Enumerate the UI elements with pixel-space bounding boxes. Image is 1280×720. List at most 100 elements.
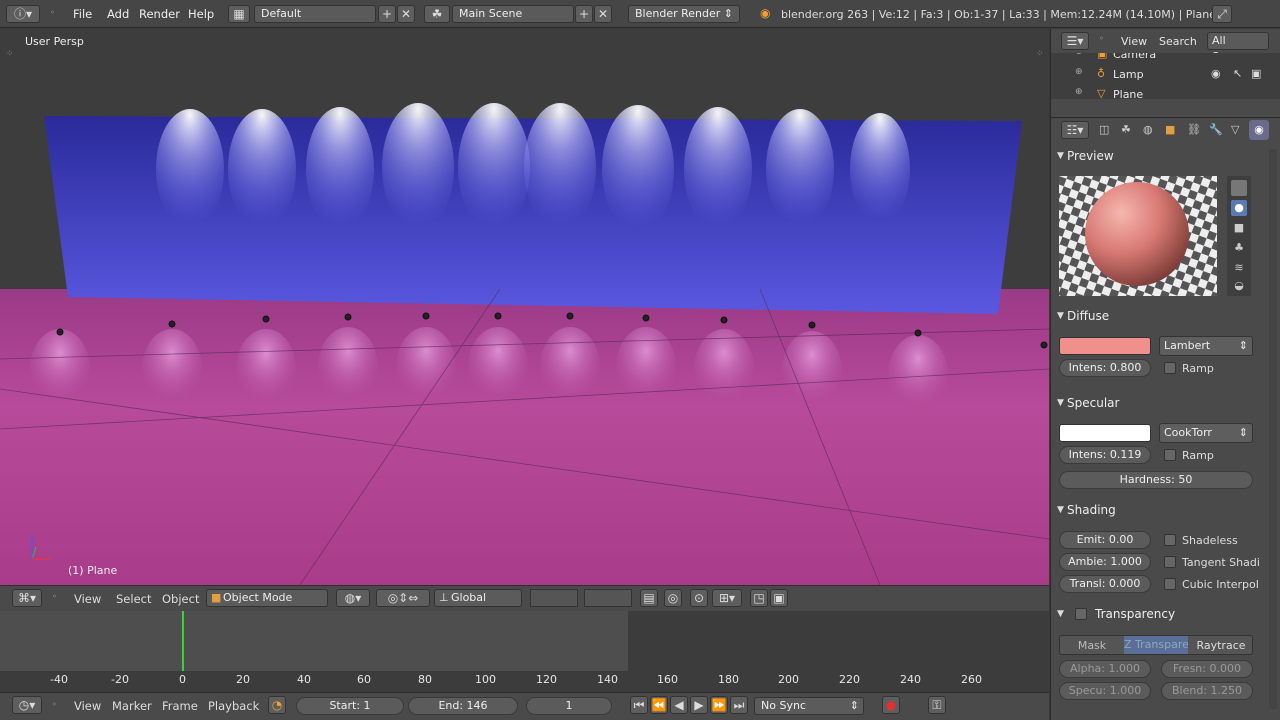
current-frame-field[interactable]: 1 [526,697,612,715]
preview-cube-icon[interactable]: ■ [1231,220,1247,236]
delete-scene-icon[interactable]: ✕ [594,5,612,23]
preview-sphere-icon[interactable]: ● [1231,200,1247,216]
pivot-manipulator-icons[interactable]: ◎⇕⇔ [376,589,430,607]
menu-view-3d[interactable]: View [74,592,101,606]
menu-select[interactable]: Select [116,592,151,606]
collapse-triangle-icon[interactable]: ▼ [1057,505,1064,515]
collapse-triangle-icon[interactable]: ▼ [1057,609,1064,619]
diffuse-shader-dropdown[interactable]: Lambert ⇕ [1159,336,1253,356]
preview-monkey-icon[interactable]: ♣ [1231,240,1247,256]
render-camera-icon[interactable]: ▣ [1251,67,1261,80]
constraints-tab-icon[interactable]: ⛓ [1187,123,1201,136]
transparency-mode-raytrace[interactable]: Raytrace [1188,639,1254,652]
render-tab-icon[interactable]: ◫ [1099,123,1109,136]
editor-type-outliner-button[interactable]: ☰▾ [1061,32,1089,50]
specular-ramp-checkbox[interactable] [1164,449,1176,461]
end-frame-field[interactable]: End: 146 [408,697,518,715]
menu-frame[interactable]: Frame [162,699,198,713]
corner-widget-right-icon[interactable]: ⁘ [1036,49,1044,59]
visibility-eye-icon[interactable]: ◉ [1211,67,1221,80]
outliner-menu-view[interactable]: View [1121,35,1147,48]
transparency-mode-ztransp[interactable]: Z Transparen [1124,636,1188,654]
material-tab-icon[interactable]: ◉ [1249,120,1269,140]
alpha-field[interactable]: Alpha: 1.000 [1059,660,1151,678]
viewport-shading-icon[interactable]: ◍▾ [336,589,370,607]
outliner-menu-search[interactable]: Search [1159,35,1197,48]
data-tab-icon[interactable]: ▽ [1231,123,1239,136]
emit-field[interactable]: Emit: 0.00 [1059,531,1151,549]
editor-type-timeline-button[interactable]: ◷▾ [12,696,42,714]
start-frame-field[interactable]: Start: 1 [296,697,404,715]
corner-widget-icon[interactable]: ⁘ [6,49,14,59]
layer-buttons-right[interactable] [584,589,632,607]
world-tab-icon[interactable]: ◍ [1143,123,1153,136]
play-reverse-icon[interactable]: ◀ [670,696,688,714]
menu-object[interactable]: Object [162,592,199,606]
scene-icon[interactable]: ☘ [424,5,450,23]
menu-file[interactable]: File [73,7,92,21]
select-cursor-icon[interactable]: ↖ [1233,67,1242,80]
fullscreen-icon[interactable]: ⤢ [1212,5,1232,23]
layer-buttons-left[interactable] [530,589,578,607]
jump-end-icon[interactable]: ⏭ [730,696,748,714]
add-screen-icon[interactable]: + [378,5,396,23]
specular-intensity-field[interactable]: Intens: 0.119 [1059,446,1151,464]
scene-tab-icon[interactable]: ☘ [1121,123,1131,136]
preview-sky-icon[interactable]: ◒ [1231,278,1247,294]
preview-range-icon[interactable]: ◔ [268,696,286,714]
ambient-field[interactable]: Ambie: 1.000 [1059,553,1151,571]
render-still-icon[interactable]: ◳ [750,589,768,607]
proportional-edit-icon[interactable]: ◎ [664,589,682,607]
menu-marker[interactable]: Marker [112,699,152,713]
scene-field[interactable]: Main Scene [452,5,574,23]
screen-layout-icon[interactable]: ▦ [228,5,250,23]
diffuse-color-swatch[interactable] [1059,337,1151,355]
tangent-shading-checkbox[interactable] [1164,556,1176,568]
snap-element-icon[interactable]: ⊞▾ [712,589,742,607]
preview-flat-icon[interactable] [1231,180,1247,196]
editor-type-info-button[interactable]: ⓘ▾ [6,5,40,23]
cubic-interpolation-checkbox[interactable] [1164,578,1176,590]
translucency-field[interactable]: Transl: 0.000 [1059,575,1151,593]
specular-color-swatch[interactable] [1059,424,1151,442]
blend-field[interactable]: Blend: 1.250 [1161,682,1253,700]
transparency-checkbox[interactable] [1075,608,1087,620]
specular-shader-dropdown[interactable]: CookTorr ⇕ [1159,423,1253,443]
editor-type-properties-button[interactable]: ☷▾ [1061,121,1089,139]
menu-render[interactable]: Render [139,7,180,21]
outliner-filter-dropdown[interactable]: All Scenes [1207,32,1269,63]
mode-dropdown[interactable]: ■ Object Mode [206,589,328,607]
collapse-icon[interactable]: ◦ [50,8,55,17]
diffuse-intensity-field[interactable]: Intens: 0.800 [1059,359,1151,377]
play-icon[interactable]: ▶ [690,696,708,714]
specular-alpha-field[interactable]: Specu: 1.000 [1059,682,1151,700]
current-frame-cursor[interactable] [182,611,184,671]
render-engine-dropdown[interactable]: Blender Render ⇕ [628,5,740,23]
collapse-triangle-icon[interactable]: ▼ [1057,398,1064,408]
hardness-field[interactable]: Hardness: 50 [1059,471,1253,489]
screen-layout-field[interactable]: Default [254,5,376,23]
render-anim-icon[interactable]: ▣ [770,589,788,607]
fresnel-field[interactable]: Fresn: 0.000 [1161,660,1253,678]
record-icon[interactable]: ● [882,696,900,714]
sync-dropdown[interactable]: No Sync ⇕ [754,697,864,715]
outliner-item[interactable]: ⊕ ▣ Camera [1075,53,1275,63]
transparency-mode-mask[interactable]: Mask [1060,639,1124,652]
menu-view-timeline[interactable]: View [74,699,101,713]
snap-icon[interactable]: ⊙ [690,589,708,607]
timeline-area[interactable]: -40 -20 0 20 40 60 80 100 120 140 160 18… [0,611,1049,692]
3d-viewport[interactable]: User Persp (1) Plane ⁘ ⁘ [0,29,1049,585]
add-scene-icon[interactable]: + [575,5,593,23]
lock-layer-icon[interactable]: ▤ [640,589,658,607]
jump-next-key-icon[interactable]: ⏩ [710,696,728,714]
collapse-triangle-icon[interactable]: ▼ [1057,151,1064,161]
shadeless-checkbox[interactable] [1164,534,1176,546]
diffuse-ramp-checkbox[interactable] [1164,362,1176,374]
collapse-triangle-icon[interactable]: ▼ [1057,311,1064,321]
delete-screen-icon[interactable]: ✕ [397,5,415,23]
editor-type-3d-button[interactable]: ⌘▾ [12,589,42,607]
outliner-item[interactable]: ⊕ ▽ Plane [1075,87,1275,99]
menu-playback[interactable]: Playback [208,699,259,713]
properties-scrollbar[interactable] [1269,149,1277,709]
menu-help[interactable]: Help [188,7,214,21]
